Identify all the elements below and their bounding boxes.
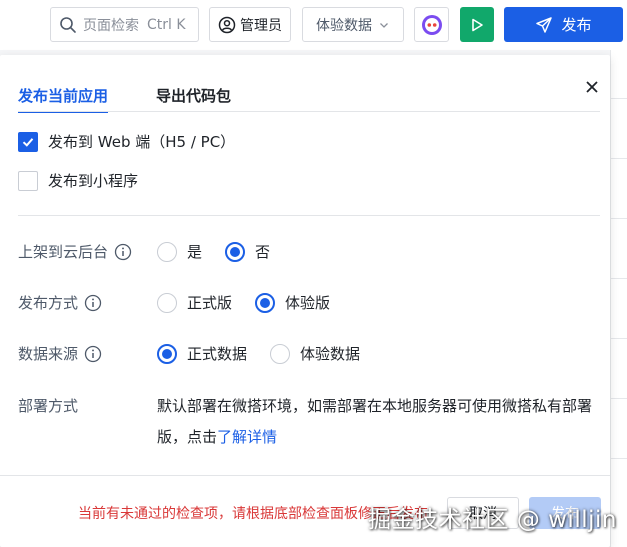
play-icon [472,18,483,31]
divider [611,98,627,99]
divider [611,278,627,279]
publish-mode-label: 发布方式 [18,294,79,312]
learn-more-link[interactable]: 了解详情 [217,428,277,446]
web-target-label: 发布到 Web 端（H5 / PC） [48,133,236,151]
divider [611,218,627,219]
publish-button[interactable]: 发布 [504,7,623,42]
web-target-checkbox[interactable]: 发布到 Web 端（H5 / PC） [18,131,235,152]
data-source-field-label: 数据来源 [18,343,102,364]
trial-version-option[interactable]: 体验版 [255,292,330,313]
data-env-select[interactable]: 体验数据 [302,7,404,42]
miniprogram-target-checkbox[interactable]: 发布到小程序 [18,170,138,191]
admin-label: 管理员 [240,17,282,34]
divider [611,398,627,399]
footer-divider [0,475,610,476]
tab-divider [18,111,600,112]
background-page-strip [610,50,627,547]
checkbox-checked[interactable] [18,131,38,152]
publish-mode-field-label: 发布方式 [18,292,102,313]
tab-publish-current-app[interactable]: 发布当前应用 [18,85,109,113]
formal-version-option[interactable]: 正式版 [157,292,232,313]
cloud-yes-option[interactable]: 是 [157,241,202,262]
close-icon[interactable] [584,79,600,95]
info-icon[interactable] [114,243,132,261]
formal-data-label: 正式数据 [187,345,248,363]
radio-button-selected[interactable] [157,343,177,364]
radio-button[interactable] [157,292,177,313]
watermark: 掘金技术社区 @ willjin [368,507,617,533]
chevron-down-icon [380,22,388,28]
data-env-value: 体验数据 [316,17,372,34]
divider [611,458,627,459]
checkbox-unchecked[interactable] [18,170,38,191]
section-divider [18,215,600,216]
run-preview-button[interactable] [460,7,494,42]
info-icon[interactable] [84,345,102,363]
cloud-no-option[interactable]: 否 [225,241,270,262]
deploy-method-label: 部署方式 [18,397,79,415]
trial-version-label: 体验版 [285,294,331,312]
user-circle-icon [218,16,236,33]
deploy-method-field-label: 部署方式 [18,395,78,416]
divider [611,338,627,339]
publish-label: 发布 [561,16,592,34]
publish-dialog: 发布当前应用 导出代码包 发布到 Web 端（H5 / PC） 发布到小程序 上… [0,55,610,547]
top-toolbar: 页面检索 Ctrl K 管理员 体验数据 发布 [0,0,627,50]
tab-export-code-package[interactable]: 导出代码包 [156,85,231,113]
deploy-description: 默认部署在微搭环境，如需部署在本地服务器可使用微搭私有部署版，点击了解详情 [157,391,602,453]
trial-data-label: 体验数据 [300,345,361,363]
robot-avatar-icon [421,14,442,35]
page-search-input[interactable]: 页面检索 Ctrl K [50,7,199,42]
info-icon[interactable] [84,294,102,312]
data-source-label: 数据来源 [18,345,79,363]
search-placeholder: 页面检索 [83,17,139,34]
send-icon [536,16,553,33]
cloud-backend-field-label: 上架到云后台 [18,241,132,262]
divider [611,158,627,159]
trial-data-option[interactable]: 体验数据 [270,343,360,364]
radio-button-selected[interactable] [255,292,275,313]
search-shortcut: Ctrl K [147,16,186,33]
assistant-avatar-button[interactable] [414,7,449,42]
admin-button[interactable]: 管理员 [209,7,291,42]
cloud-backend-label: 上架到云后台 [18,243,109,261]
formal-version-label: 正式版 [187,294,233,312]
search-icon [60,16,76,33]
check-icon [22,137,34,147]
radio-button[interactable] [270,343,290,364]
formal-data-option[interactable]: 正式数据 [157,343,247,364]
radio-button[interactable] [157,241,177,262]
miniprogram-target-label: 发布到小程序 [48,172,139,190]
cloud-yes-label: 是 [187,243,203,261]
radio-button-selected[interactable] [225,241,245,262]
dialog-tabs: 发布当前应用 导出代码包 [18,85,279,113]
cloud-no-label: 否 [255,243,271,261]
